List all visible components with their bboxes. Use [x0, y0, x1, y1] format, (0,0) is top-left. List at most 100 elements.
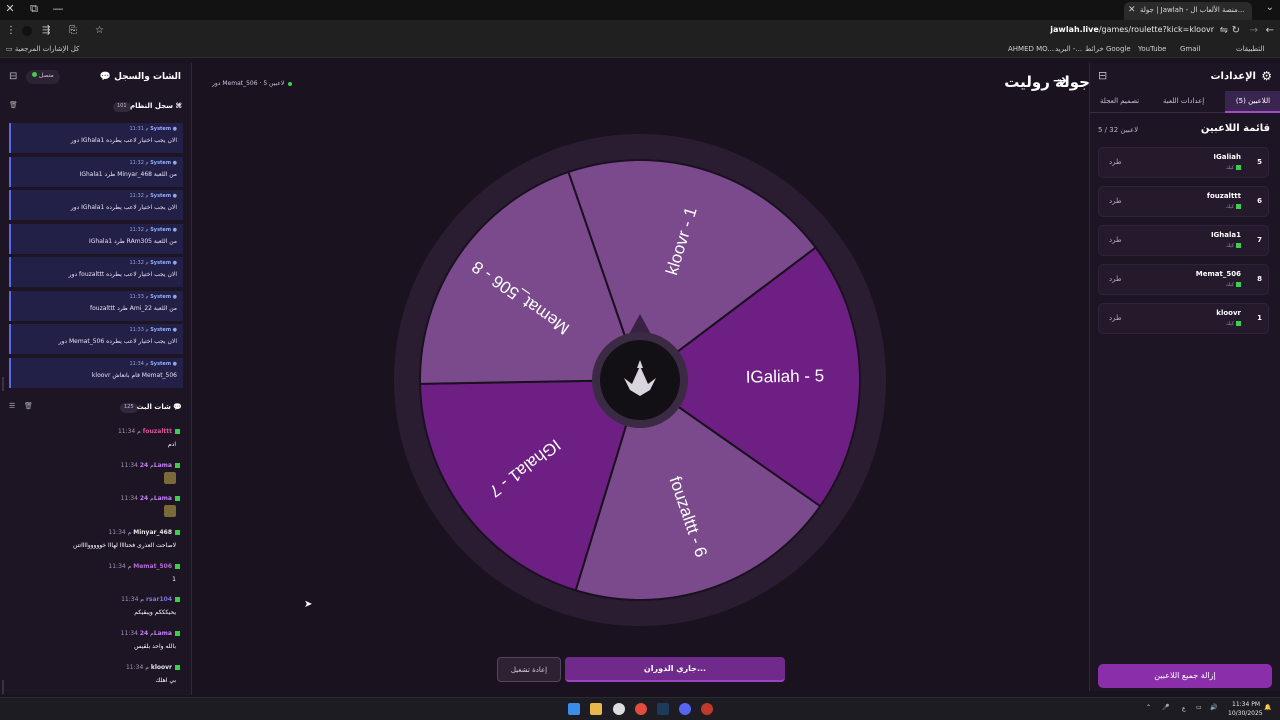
chat-username[interactable]: Minyar_468	[133, 529, 172, 536]
collapse-chat-icon[interactable]: ⊟	[9, 71, 17, 82]
settings-app-icon[interactable]	[613, 703, 625, 715]
restart-button[interactable]: إعادة تشغيل	[497, 657, 561, 682]
start-icon[interactable]	[568, 703, 580, 715]
tray-chevron-icon[interactable]: ⌃	[1146, 704, 1151, 711]
log-author: System	[150, 360, 172, 367]
tab-search-icon[interactable]: ⌄	[1266, 2, 1274, 13]
chat-message: 11:34 م rsar104 يحيكككم ويبقيكم	[4, 596, 188, 630]
app-icon[interactable]	[701, 703, 713, 715]
kick-platform-icon	[175, 530, 180, 536]
tab-players[interactable]: اللاعبين (5)	[1225, 91, 1280, 113]
log-message: fouzalttt طرد Ami_22 من اللعبة	[90, 304, 177, 312]
emote-image	[164, 505, 176, 518]
system-bot-icon: ●	[172, 293, 177, 300]
back-icon[interactable]: ←	[1266, 25, 1274, 36]
bookmark-youtube[interactable]: YouTube	[1138, 45, 1166, 53]
live-chat-scrollbar[interactable]	[2, 680, 4, 694]
player-number: 8	[1257, 275, 1262, 283]
filter-icon[interactable]: ☰	[9, 402, 15, 410]
log-meta: 11:32 م System ●	[130, 193, 178, 199]
chat-username[interactable]: 24Lama	[140, 462, 172, 469]
player-number: 6	[1257, 197, 1262, 205]
kick-player-button[interactable]: طرد	[1109, 158, 1122, 166]
log-time: 11:33 م	[129, 327, 149, 333]
log-message: kloovr قام بانعاش Memat_506	[91, 371, 177, 379]
kick-platform-icon	[1236, 321, 1241, 326]
file-explorer-icon[interactable]	[590, 703, 602, 715]
chat-text: يحيكككم ويبقيكم	[134, 609, 176, 617]
player-card: 8 Memat_506 كيك طرد	[1098, 264, 1269, 295]
kick-player-button[interactable]: طرد	[1109, 197, 1122, 205]
live-chat-list[interactable]: 11:34 م fouzalttt ادم 11:34 م 24Lama 11:34 …	[4, 428, 188, 698]
chat-message-header: 11:34 م Memat_506	[108, 563, 180, 570]
log-time: 11:33 م	[129, 293, 149, 300]
log-message: دور fouzalttt الان يجب اختيار لاعب يطرده	[68, 271, 177, 278]
collapse-settings-icon[interactable]: ⊟	[1098, 69, 1107, 82]
chat-username[interactable]: 24Lama	[140, 495, 172, 502]
tab-game-settings[interactable]: إعدادات اللعبة	[1163, 97, 1204, 105]
bookmark-apps[interactable]: التطبيقات	[1236, 45, 1264, 53]
log-meta: 11:34 م System ●	[130, 361, 178, 367]
system-log-item: 11:33 م System ● fouzalttt طرد Ami_22 من …	[9, 290, 183, 321]
network-icon[interactable]: ▭	[1196, 704, 1202, 711]
bookmark-mail[interactable]: البريد -...	[1055, 45, 1082, 53]
restore-window-icon[interactable]: ⧉	[26, 2, 42, 16]
clear-log-trash-icon[interactable]: 🗑	[9, 101, 18, 109]
kick-platform-icon	[1236, 165, 1241, 170]
bookmark-maps[interactable]: خرائط Google	[1085, 45, 1131, 53]
roulette-wheel[interactable]: kloovr - 1 IGaliah - 5 fouzalttt - 6 IGhala…	[394, 134, 886, 626]
kick-player-button[interactable]: طرد	[1109, 314, 1122, 322]
bookmark-ahmed[interactable]: AHMED MO...	[1008, 45, 1054, 53]
chat-message-header: 11:34 م 24Lama	[121, 495, 180, 502]
profile-avatar[interactable]	[22, 26, 32, 36]
site-settings-icon[interactable]: ⇋	[1220, 25, 1228, 36]
log-meta: 11:31 م System ●	[130, 126, 178, 132]
discord-icon[interactable]	[679, 703, 691, 715]
chrome-icon[interactable]	[635, 703, 647, 715]
chat-time: 11:34 م	[120, 461, 154, 469]
chat-username[interactable]: fouzalttt	[143, 428, 172, 435]
bookmark-gmail[interactable]: Gmail	[1180, 45, 1200, 53]
chat-username[interactable]: 24Lama	[140, 630, 172, 637]
mic-icon[interactable]: 🎤	[1162, 704, 1169, 711]
share-icon[interactable]: ⎘	[69, 25, 77, 36]
browser-tab-bar: ✕ ⧉ — + ✕ جولة | Jawlah - منصة الألعاب ا…	[0, 0, 1280, 20]
chat-time: 11:34 م	[120, 495, 154, 503]
system-log-scrollbar[interactable]	[2, 377, 4, 391]
kick-player-button[interactable]: طرد	[1109, 275, 1122, 283]
remove-all-players-button[interactable]: إزالة جميع اللاعبين	[1098, 664, 1272, 688]
extension-icon[interactable]: ⇶	[42, 25, 50, 36]
system-log-list[interactable]: 11:31 م System ● دور IGhala1 الان يجب اخت…	[9, 123, 183, 389]
chat-message: 11:34 م 24Lama	[4, 495, 188, 529]
clear-chat-trash-icon[interactable]: 🗑	[24, 402, 33, 410]
tab-close-icon[interactable]: ✕	[1128, 5, 1136, 15]
game-status: دور Memat_506 · 5 لاعبين	[212, 80, 293, 87]
kick-platform-icon	[175, 631, 180, 637]
reload-icon[interactable]: ↻	[1232, 25, 1240, 36]
clock-date[interactable]: 10/30/2025	[1228, 710, 1263, 717]
system-log-count: 101	[113, 102, 131, 112]
clock-time[interactable]: 11:34 PM	[1232, 701, 1260, 708]
kick-player-button[interactable]: طرد	[1109, 236, 1122, 244]
forward-icon[interactable]: →	[1250, 25, 1258, 36]
volume-icon[interactable]: 🔊	[1210, 704, 1217, 711]
all-bookmarks[interactable]: ▭ كل الإشارات المرجعية	[6, 45, 79, 53]
chat-username[interactable]: kloovr	[151, 664, 172, 671]
browser-tab[interactable]: ✕ جولة | Jawlah - منصة الألعاب ال...	[1124, 2, 1252, 20]
minimize-window-icon[interactable]: —	[50, 2, 66, 15]
menu-dots-icon[interactable]: ⋮	[6, 25, 16, 36]
player-number: 1	[1257, 314, 1262, 322]
close-window-icon[interactable]: ✕	[2, 2, 18, 15]
chat-text: لاصاحت العذرى فحتاااا لهااا خوووووااااتت…	[73, 542, 176, 550]
chat-text: 1	[172, 575, 176, 583]
chat-username[interactable]: rsar104	[146, 596, 172, 603]
steam-icon[interactable]	[657, 703, 669, 715]
chat-username[interactable]: Memat_506	[133, 563, 172, 570]
star-icon[interactable]: ☆	[95, 25, 104, 36]
notification-icon[interactable]: 🔔	[1264, 704, 1271, 711]
url-input[interactable]: jawlah.live/games/roulette?kick=kloovr	[1050, 25, 1214, 34]
language-indicator[interactable]: ع	[1182, 705, 1186, 712]
spin-button[interactable]: جاري الدوران...	[565, 657, 785, 682]
tab-wheel-design[interactable]: تصميم العجلة	[1100, 97, 1139, 105]
chat-message-header: 11:34 م kloovr	[126, 664, 180, 671]
